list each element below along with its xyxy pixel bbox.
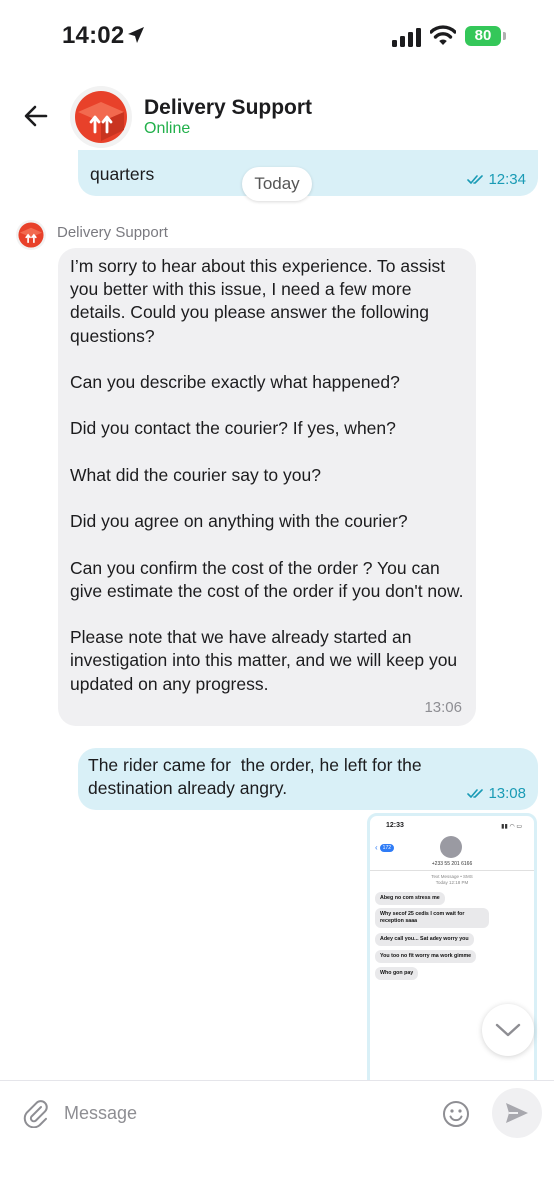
message-time-text: 12:34 xyxy=(488,171,526,188)
contact-avatar-icon xyxy=(440,836,462,858)
double-check-icon xyxy=(467,175,484,184)
paperclip-icon[interactable] xyxy=(22,1098,50,1128)
message-text: quarters xyxy=(90,164,155,184)
message-text: I’m sorry to hear about this experience.… xyxy=(70,256,464,694)
back-arrow-icon[interactable] xyxy=(20,100,52,132)
divider xyxy=(370,870,534,871)
emoji-icon[interactable] xyxy=(442,1100,470,1128)
chat-area[interactable]: quarters 12:34 Today Delivery Support I’… xyxy=(0,150,554,1080)
chat-title: Delivery Support xyxy=(144,96,313,119)
message-bubble-outgoing[interactable]: The rider came for the order, he left fo… xyxy=(78,748,538,810)
status-bar: 14:02 80 xyxy=(0,0,554,76)
message-time: 13:06 xyxy=(424,699,462,716)
location-arrow-icon xyxy=(128,27,144,43)
message-time-text: 13:08 xyxy=(488,785,526,802)
attachment-status-time: 12:33 xyxy=(386,822,404,829)
message-time: 13:08 xyxy=(467,785,526,802)
chevron-down-icon xyxy=(495,1023,521,1037)
message-input[interactable] xyxy=(62,1091,426,1135)
chat-avatar[interactable] xyxy=(70,86,132,148)
attachment-meta: Text Message • SMS Today 12:18 PM xyxy=(370,874,534,886)
send-button[interactable] xyxy=(492,1088,542,1138)
battery-cap xyxy=(503,32,506,40)
sms-bubble: Abeg no com stress me xyxy=(375,892,445,905)
delivery-box-logo xyxy=(18,222,44,248)
attachment-badge: 172 xyxy=(379,843,395,852)
date-divider: Today xyxy=(242,167,312,201)
attachment-back: ‹ 172 xyxy=(375,843,395,852)
sms-bubble: Who gon pay xyxy=(375,967,419,980)
delivery-box-logo xyxy=(75,91,127,143)
sender-name: Delivery Support xyxy=(57,224,168,241)
message-time: 12:34 xyxy=(467,171,526,188)
attachment-meta-line: Today 12:18 PM xyxy=(435,880,469,885)
chevron-left-icon: ‹ xyxy=(375,843,378,852)
sms-bubble: Why secof 25 cedis I com wait for recept… xyxy=(375,908,489,928)
send-icon xyxy=(506,1103,528,1123)
message-text: The rider came for the order, he left fo… xyxy=(88,755,427,799)
attachment-status-icons: ▮▮ ◠ ▭ xyxy=(501,824,522,830)
battery-indicator: 80 xyxy=(465,26,501,46)
message-composer xyxy=(0,1080,554,1201)
scroll-to-bottom-button[interactable] xyxy=(482,1004,534,1056)
signal-icon xyxy=(392,28,421,47)
double-check-icon xyxy=(467,789,484,798)
chat-status: Online xyxy=(144,120,191,137)
wifi-icon xyxy=(430,25,456,45)
sms-bubble: You too no fit worry ma work gimme xyxy=(375,950,477,963)
sender-avatar xyxy=(16,220,46,250)
sms-bubble: Adey call you... Sat adey worry you xyxy=(375,933,474,946)
status-time: 14:02 xyxy=(62,22,125,49)
attachment-phone: +233 55 201 6166 xyxy=(431,861,473,867)
message-bubble-incoming[interactable]: I’m sorry to hear about this experience.… xyxy=(58,248,476,726)
